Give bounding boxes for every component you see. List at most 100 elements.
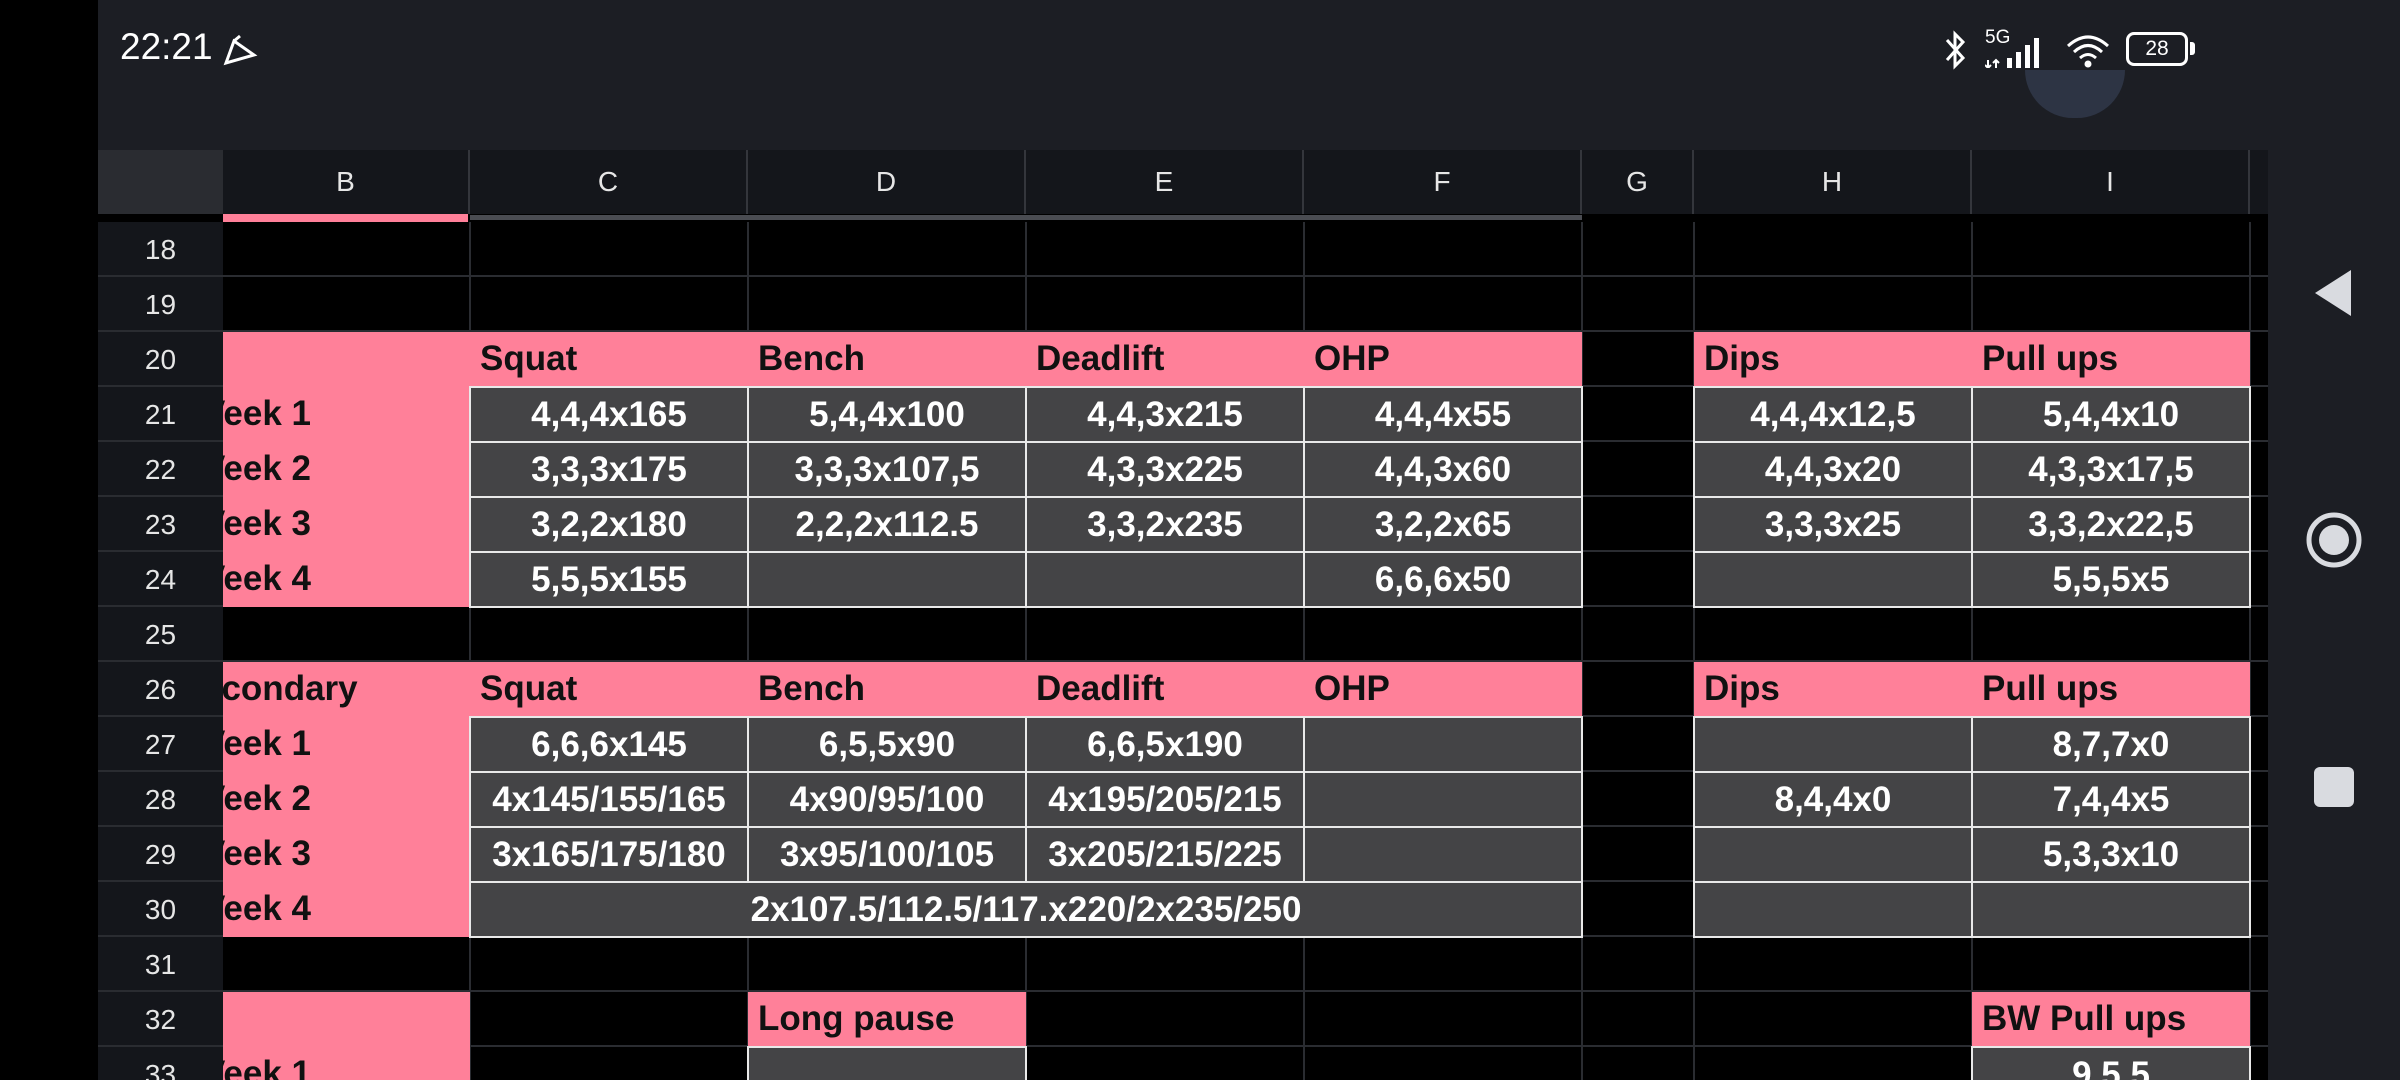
column-header-f[interactable]: F (1304, 150, 1582, 214)
cell-e29[interactable]: 3x205/215/225 (1025, 826, 1305, 883)
cell-c30-f30-merged[interactable]: 2x107.5/112.5/117.x220/2x235/250 (469, 881, 1583, 938)
cell-b24-week-label[interactable]: Veek 4 (222, 552, 472, 607)
cell-b28-week-label[interactable]: Veek 2 (222, 772, 472, 827)
cell-h21[interactable]: 4,4,4x12,5 (1693, 386, 1973, 443)
cell-b27-week-label[interactable]: Veek 1 (222, 717, 472, 772)
cell-i24[interactable]: 5,5,5x5 (1971, 551, 2251, 608)
cell-b26-label[interactable]: econdary (222, 662, 472, 717)
column-header-b[interactable]: B (223, 150, 470, 214)
spreadsheet-grid[interactable]: B C D E F G H I 18 19 20 21 22 23 24 25 … (98, 150, 2268, 1080)
cell-i32-bw-pullups[interactable]: BW Pull ups (1972, 992, 2250, 1047)
row-header-29[interactable]: 29 (98, 827, 223, 882)
recents-icon[interactable] (2314, 767, 2354, 807)
cell-h20-header-dips[interactable]: Dips (1694, 332, 1972, 387)
cell-c24[interactable]: 5,5,5x155 (469, 551, 749, 608)
cell-b21-week-label[interactable]: Veek 1 (222, 387, 472, 442)
cell-b22-week-label[interactable]: Veek 2 (222, 442, 472, 497)
row-header-19[interactable]: 19 (98, 277, 223, 332)
cell-e23[interactable]: 3,3,2x235 (1025, 496, 1305, 553)
cell-f20-header-ohp[interactable]: OHP (1304, 332, 1582, 387)
cell-i29[interactable]: 5,3,3x10 (1971, 826, 2251, 883)
column-header-d[interactable]: D (748, 150, 1026, 214)
cell-h26-header-dips[interactable]: Dips (1694, 662, 1972, 717)
row-header-31[interactable]: 31 (98, 937, 223, 992)
cell-h27[interactable] (1693, 716, 1973, 773)
cell-c22[interactable]: 3,3,3x175 (469, 441, 749, 498)
cell-c20-header-squat[interactable]: Squat (470, 332, 748, 387)
row-header-28[interactable]: 28 (98, 772, 223, 827)
cell-e28[interactable]: 4x195/205/215 (1025, 771, 1305, 828)
cell-h28[interactable]: 8,4,4x0 (1693, 771, 1973, 828)
row-header-20[interactable]: 20 (98, 332, 223, 387)
row-header-26[interactable]: 26 (98, 662, 223, 717)
column-header-h[interactable]: H (1694, 150, 1972, 214)
row-header-18[interactable]: 18 (98, 222, 223, 277)
cell-d26-header-bench[interactable]: Bench (748, 662, 1026, 717)
cell-d21[interactable]: 5,4,4x100 (747, 386, 1027, 443)
row-header-24[interactable]: 24 (98, 552, 223, 607)
column-header-i[interactable]: I (1972, 150, 2250, 214)
cell-i27[interactable]: 8,7,7x0 (1971, 716, 2251, 773)
cell-f27[interactable] (1303, 716, 1583, 773)
cell-h22[interactable]: 4,4,3x20 (1693, 441, 1973, 498)
cell-f22[interactable]: 4,4,3x60 (1303, 441, 1583, 498)
row-header-25[interactable]: 25 (98, 607, 223, 662)
select-all-corner[interactable] (98, 150, 223, 214)
cell-h23[interactable]: 3,3,3x25 (1693, 496, 1973, 553)
cell-i30[interactable] (1971, 881, 2251, 938)
cell-e21[interactable]: 4,4,3x215 (1025, 386, 1305, 443)
column-header-e[interactable]: E (1026, 150, 1304, 214)
cell-f28[interactable] (1303, 771, 1583, 828)
cell-c21[interactable]: 4,4,4x165 (469, 386, 749, 443)
cell-d22[interactable]: 3,3,3x107,5 (747, 441, 1027, 498)
cell-c29[interactable]: 3x165/175/180 (469, 826, 749, 883)
row-header-33[interactable]: 33 (98, 1047, 223, 1080)
cell-h24[interactable] (1693, 551, 1973, 608)
cell-i26-header-pullups[interactable]: Pull ups (1972, 662, 2250, 717)
cell-e24[interactable] (1025, 551, 1305, 608)
row-header-30[interactable]: 30 (98, 882, 223, 937)
cell-d29[interactable]: 3x95/100/105 (747, 826, 1027, 883)
cell-e27[interactable]: 6,6,5x190 (1025, 716, 1305, 773)
column-header-c[interactable]: C (470, 150, 748, 214)
cell-d27[interactable]: 6,5,5x90 (747, 716, 1027, 773)
cell-f23[interactable]: 3,2,2x65 (1303, 496, 1583, 553)
cell-e26-header-deadlift[interactable]: Deadlift (1026, 662, 1304, 717)
cell-b33-week-label[interactable]: Veek 1 (222, 1047, 472, 1080)
cell-d33[interactable] (747, 1046, 1027, 1080)
row-header-21[interactable]: 21 (98, 387, 223, 442)
cell-e22[interactable]: 4,3,3x225 (1025, 441, 1305, 498)
row-header-23[interactable]: 23 (98, 497, 223, 552)
cell-d28[interactable]: 4x90/95/100 (747, 771, 1027, 828)
cell-i23[interactable]: 3,3,2x22,5 (1971, 496, 2251, 553)
cell-f29[interactable] (1303, 826, 1583, 883)
cell-f24[interactable]: 6,6,6x50 (1303, 551, 1583, 608)
cell-c27[interactable]: 6,6,6x145 (469, 716, 749, 773)
cell-i28[interactable]: 7,4,4x5 (1971, 771, 2251, 828)
cell-b23-week-label[interactable]: Veek 3 (222, 497, 472, 552)
cell-b29-week-label[interactable]: Veek 3 (222, 827, 472, 882)
cell-d20-header-bench[interactable]: Bench (748, 332, 1026, 387)
back-icon[interactable] (2313, 268, 2353, 318)
cell-i33[interactable]: 9,5,5 (1971, 1046, 2251, 1080)
cell-e20-header-deadlift[interactable]: Deadlift (1026, 332, 1304, 387)
cell-f21[interactable]: 4,4,4x55 (1303, 386, 1583, 443)
home-icon[interactable] (2305, 511, 2363, 569)
cell-c28[interactable]: 4x145/155/165 (469, 771, 749, 828)
cell-d23[interactable]: 2,2,2x112.5 (747, 496, 1027, 553)
column-header-g[interactable]: G (1582, 150, 1694, 214)
cell-h30[interactable] (1693, 881, 1973, 938)
cell-i22[interactable]: 4,3,3x17,5 (1971, 441, 2251, 498)
cell-i21[interactable]: 5,4,4x10 (1971, 386, 2251, 443)
cell-c26-header-squat[interactable]: Squat (470, 662, 748, 717)
cell-d32-long-pause[interactable]: Long pause (748, 992, 1026, 1047)
cell-i20-header-pullups[interactable]: Pull ups (1972, 332, 2250, 387)
cell-b30-week-label[interactable]: Veek 4 (222, 882, 472, 937)
cell-d24[interactable] (747, 551, 1027, 608)
cell-c23[interactable]: 3,2,2x180 (469, 496, 749, 553)
row-header-32[interactable]: 32 (98, 992, 223, 1047)
row-header-22[interactable]: 22 (98, 442, 223, 497)
cell-h29[interactable] (1693, 826, 1973, 883)
cell-f26-header-ohp[interactable]: OHP (1304, 662, 1582, 717)
row-header-27[interactable]: 27 (98, 717, 223, 772)
